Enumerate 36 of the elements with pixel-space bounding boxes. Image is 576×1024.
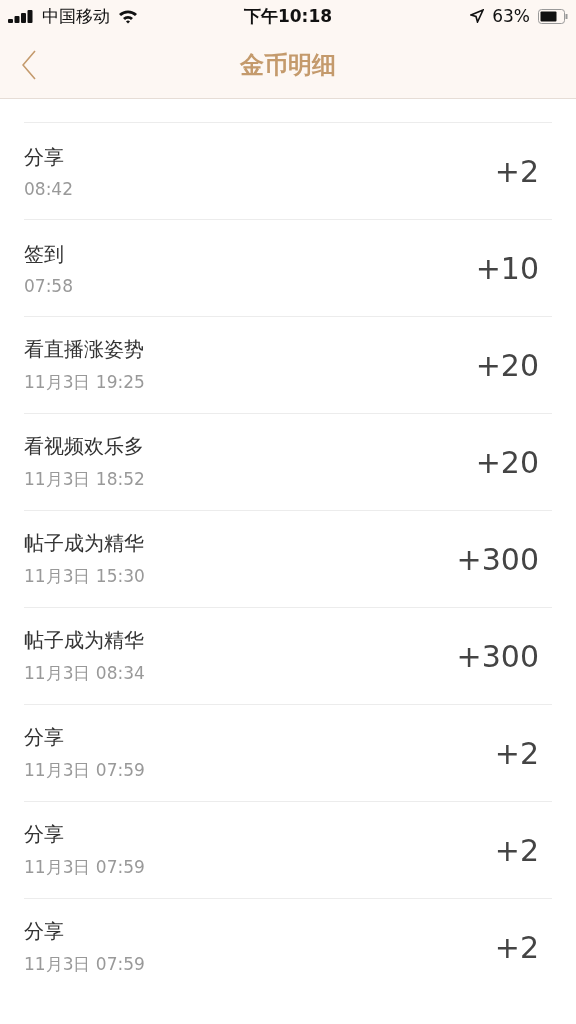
signal-icon xyxy=(8,9,34,23)
location-arrow-icon xyxy=(470,9,485,23)
record-time: 11月3日 19:25 xyxy=(24,371,145,394)
coin-amount: +2 xyxy=(494,929,539,965)
record-time: 11月3日 15:30 xyxy=(24,565,145,588)
record-time: 08:42 xyxy=(24,178,73,199)
record-title: 分享 xyxy=(24,724,65,751)
coin-amount: +2 xyxy=(494,153,539,189)
coin-amount: +2 xyxy=(494,735,539,771)
coin-amount: +300 xyxy=(456,541,539,577)
battery-icon xyxy=(538,8,568,24)
record-time: 11月3日 18:52 xyxy=(24,468,145,491)
record-time: 11月3日 07:59 xyxy=(24,953,145,976)
record-title: 分享 xyxy=(24,821,65,848)
record-title: 帖子成为精华 xyxy=(24,530,145,557)
record-title: 看视频欢乐多 xyxy=(24,433,145,460)
record-title: 分享 xyxy=(24,918,65,945)
record-time: 11月3日 07:59 xyxy=(24,856,145,879)
coin-amount: +2 xyxy=(494,832,539,868)
record-title: 分享 xyxy=(24,143,65,171)
record-title: 帖子成为精华 xyxy=(24,627,145,654)
record-time: 11月3日 07:59 xyxy=(24,759,145,782)
record-time: 07:58 xyxy=(24,275,73,296)
record-title: 看直播涨姿势 xyxy=(24,336,145,363)
page-title: 金币明细 xyxy=(240,50,336,81)
battery-percent: 63% xyxy=(492,6,530,26)
clock-time: 下午10:18 xyxy=(243,4,333,28)
coin-amount: +20 xyxy=(475,347,539,383)
coin-amount: +20 xyxy=(475,444,539,480)
record-title: 签到 xyxy=(24,240,65,268)
coin-amount: +300 xyxy=(456,638,539,674)
back-chevron-icon xyxy=(22,50,36,80)
wifi-icon xyxy=(118,8,138,24)
coin-amount: +10 xyxy=(475,250,539,286)
carrier-name: 中国移动 xyxy=(42,4,110,28)
record-time: 11月3日 08:34 xyxy=(24,662,145,685)
